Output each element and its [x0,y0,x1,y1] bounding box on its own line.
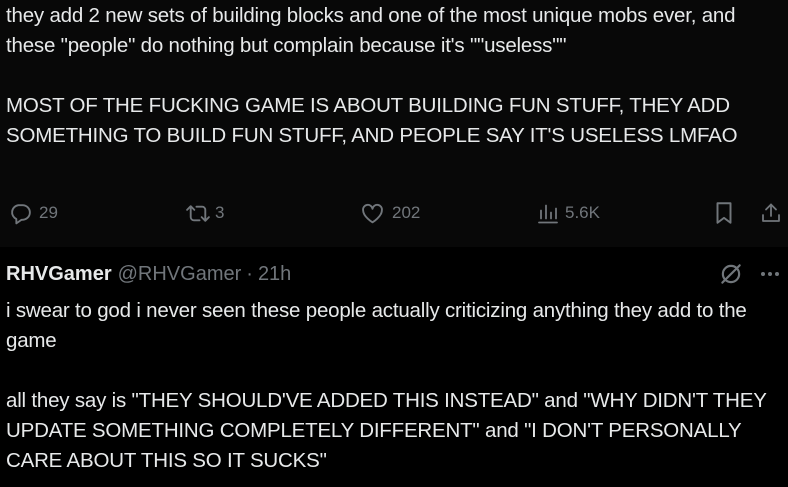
grok-button[interactable] [718,263,744,289]
share-button[interactable] [759,198,783,228]
author-name[interactable]: RHVGamer [6,263,112,286]
reply-button[interactable]: 29 [8,198,58,228]
heart-icon [360,201,385,226]
bookmark-icon [713,200,735,226]
more-button[interactable] [758,263,782,289]
like-button[interactable]: 202 [360,198,420,228]
author-handle[interactable]: @RHVGamer [118,263,242,286]
action-bar: 29 3 202 5.6K [0,198,788,228]
reply-count: 29 [39,203,58,222]
reply-icon [8,201,33,226]
views-button[interactable]: 5.6K [537,198,600,228]
views-count: 5.6K [565,203,600,222]
like-count: 202 [392,203,421,222]
bookmark-button[interactable] [713,198,735,228]
post: they add 2 new sets of building blocks a… [0,0,788,247]
share-icon [759,200,783,226]
grok-icon [718,261,744,292]
reply-text: i swear to god i never seen these people… [6,299,767,472]
reply-header: RHVGamer @RHVGamer · 21h [6,263,291,286]
repost-icon [184,201,212,226]
repost-count: 3 [215,203,225,222]
views-icon [537,201,559,226]
separator: · [246,263,253,285]
timestamp[interactable]: 21h [258,263,291,286]
repost-button[interactable]: 3 [184,198,224,228]
reply-post: RHVGamer @RHVGamer · 21h i swear to god … [0,247,788,487]
post-text: they add 2 new sets of building blocks a… [6,4,738,147]
more-icon [758,262,782,291]
